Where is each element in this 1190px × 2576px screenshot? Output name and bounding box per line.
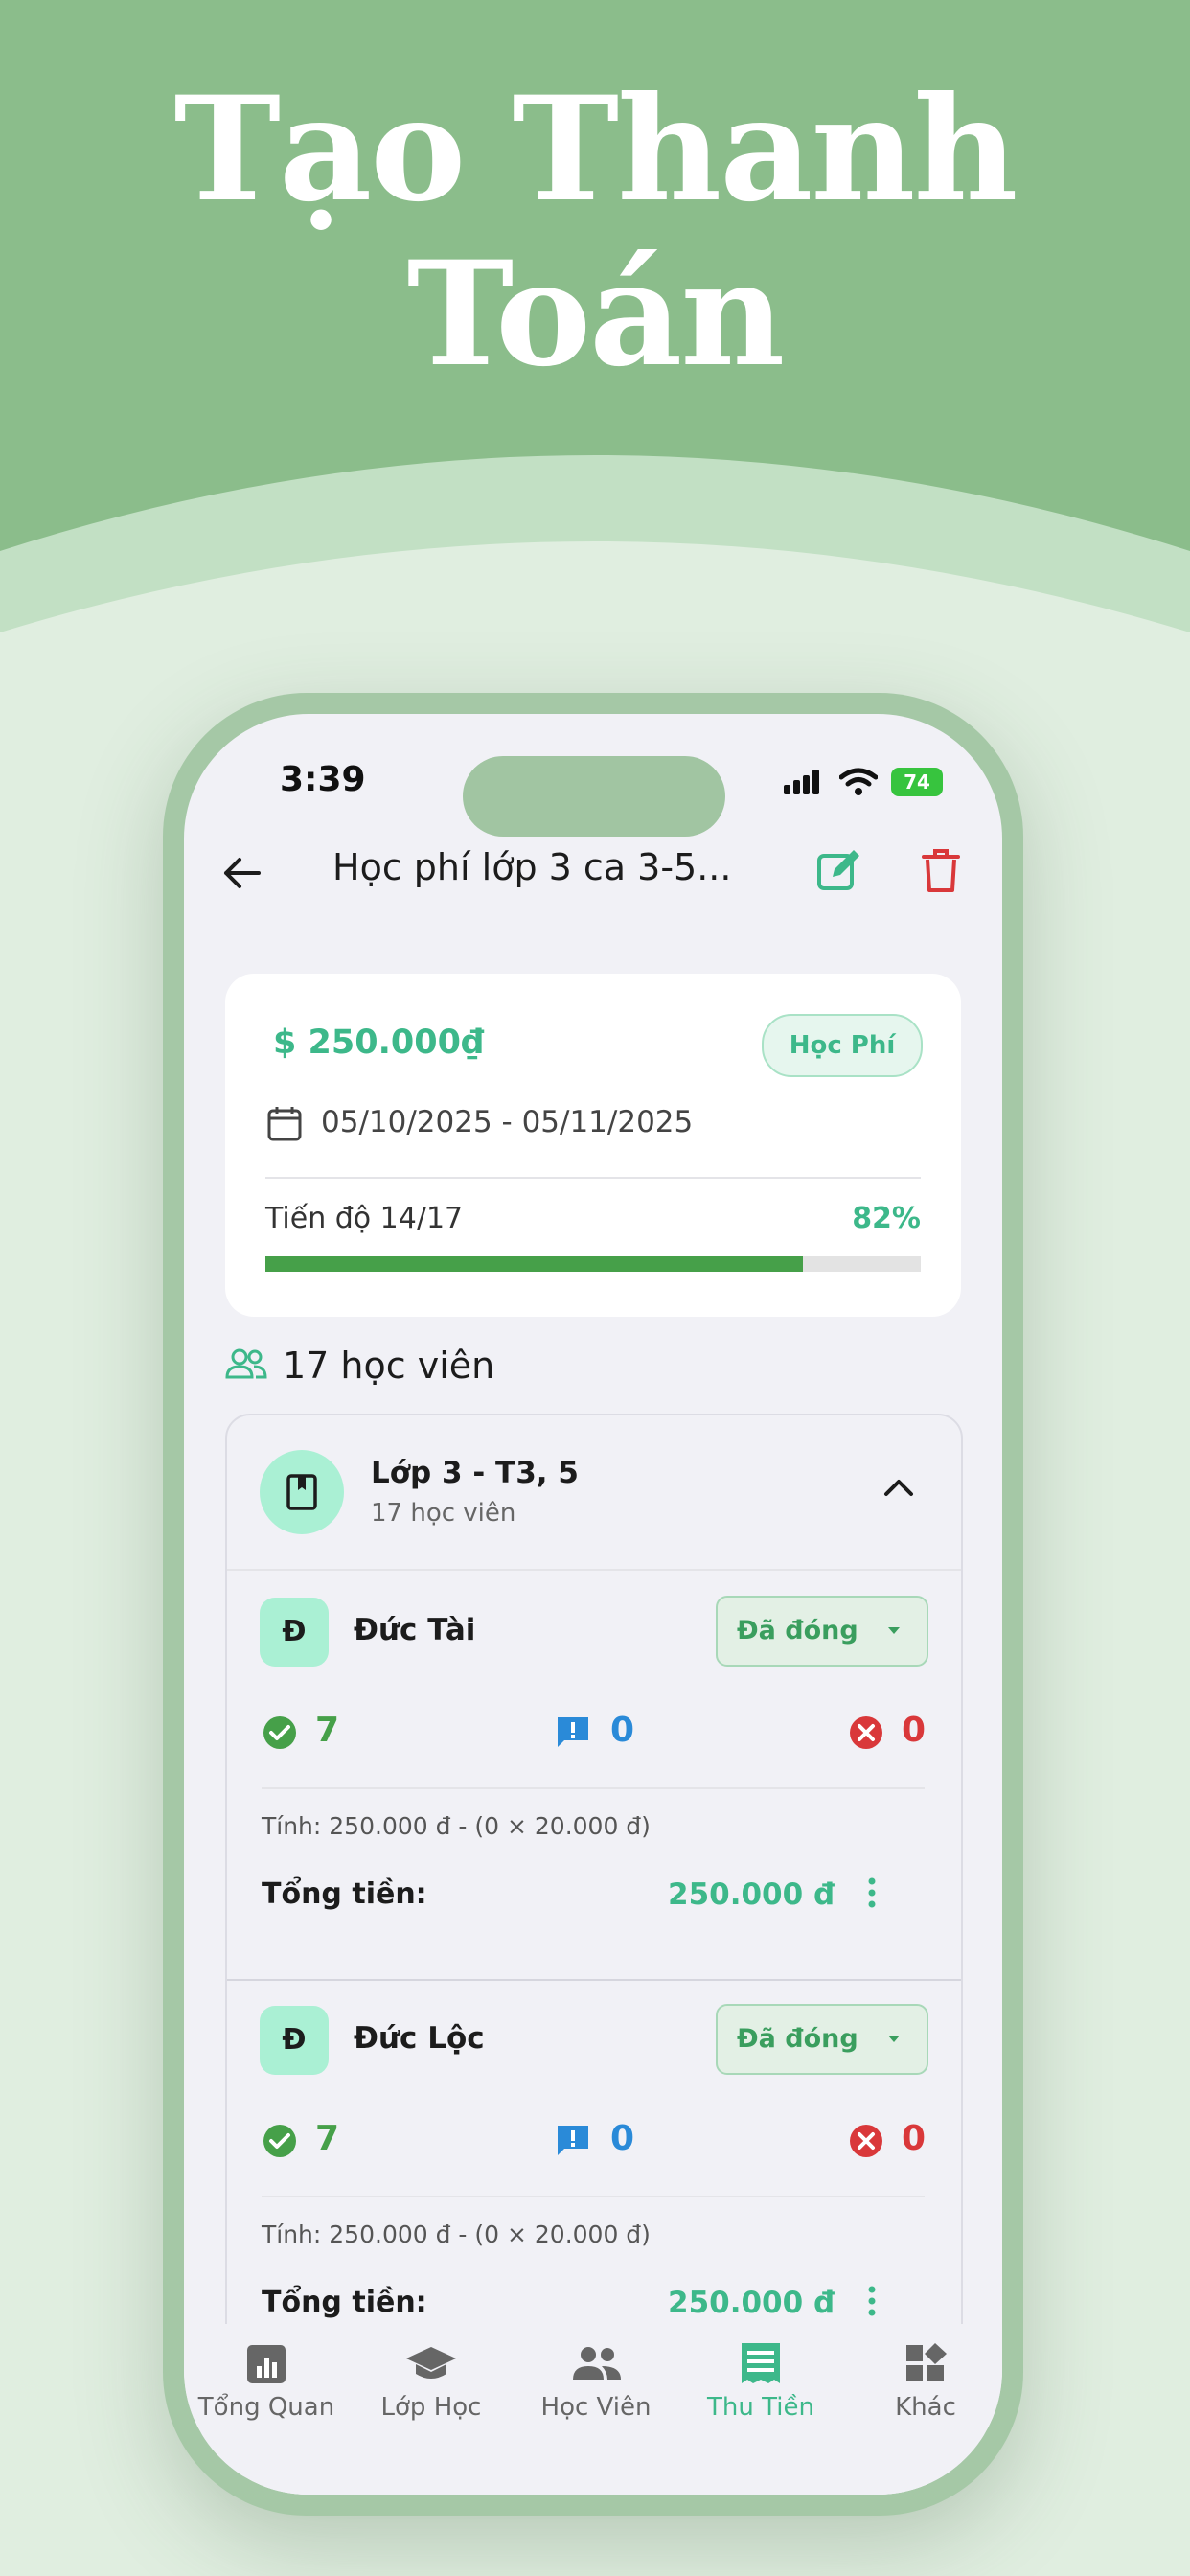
absent-count: 0	[902, 2119, 927, 2158]
payment-amount: $ 250.000₫	[273, 1024, 485, 1062]
present-count: 7	[315, 1711, 340, 1750]
row-divider	[262, 2196, 925, 2197]
dynamic-island	[463, 756, 725, 837]
payment-type-chip: Học Phí	[762, 1014, 923, 1077]
excused-count: 0	[610, 1711, 635, 1750]
wifi-icon	[839, 768, 878, 795]
graduation-cap-icon	[406, 2347, 456, 2379]
absent-count: 0	[902, 1711, 927, 1750]
payment-status-value: Đã đóng	[737, 2024, 858, 2054]
delete-icon[interactable]	[920, 846, 962, 894]
nav-item-khac[interactable]: Khác	[843, 2324, 1002, 2439]
battery-icon: 74	[891, 768, 943, 796]
people-icon	[573, 2347, 621, 2380]
banner-title: Tạo Thanh Toán	[0, 67, 1190, 397]
check-circle-icon	[263, 1716, 296, 1749]
calculation-text: Tính: 250.000 đ - (0 × 20.000 đ)	[262, 1812, 651, 1840]
banner-title-line1: Tạo Thanh	[173, 65, 1018, 234]
nav-item-lop-hoc[interactable]: Lớp Học	[349, 2324, 514, 2439]
card-divider	[265, 1177, 921, 1179]
status-time: 3:39	[280, 760, 366, 799]
progress-bar-fill	[265, 1256, 803, 1272]
class-name: Lớp 3 - T3, 5	[371, 1456, 579, 1490]
nav-label: Học Viên	[540, 2393, 652, 2422]
total-label: Tổng tiền:	[262, 2286, 427, 2319]
feedback-icon	[558, 2126, 588, 2155]
feedback-icon	[558, 1717, 588, 1747]
progress-bar	[265, 1256, 921, 1272]
payment-status-dropdown[interactable]: Đã đóng	[716, 1596, 928, 1667]
list-item: Đ Đức Tài Đã đóng 7 0 0 Tính: 250.000 đ …	[227, 1571, 961, 1979]
nav-label: Khác	[895, 2393, 956, 2422]
bottom-navigation: Tổng Quan Lớp Học Học Viên Thu Tiền Khác	[184, 2324, 1002, 2495]
total-amount: 250.000 đ	[668, 1877, 835, 1912]
nav-label: Thu Tiền	[707, 2393, 814, 2422]
payment-summary-card: $ 250.000₫ Học Phí 05/10/2025 - 05/11/20…	[225, 974, 961, 1317]
banner-title-line2: Toán	[406, 230, 786, 399]
class-student-count: 17 học viên	[371, 1499, 516, 1528]
excused-count: 0	[610, 2119, 635, 2158]
cancel-circle-icon	[850, 2125, 882, 2157]
total-amount: 250.000 đ	[668, 2286, 835, 2320]
payment-status-dropdown[interactable]: Đã đóng	[716, 2004, 928, 2075]
group-people-icon	[225, 1348, 267, 1379]
row-divider	[262, 1787, 925, 1789]
dropdown-caret-icon	[888, 2036, 900, 2042]
present-count: 7	[315, 2119, 340, 2158]
more-options-icon[interactable]	[865, 1874, 879, 1912]
chevron-up-icon[interactable]	[882, 1477, 915, 1498]
cancel-circle-icon	[850, 1716, 882, 1749]
chart-icon	[247, 2345, 286, 2383]
nav-label: Tổng Quan	[197, 2393, 335, 2422]
widgets-icon	[906, 2343, 947, 2381]
student-name: Đức Lộc	[354, 2021, 485, 2056]
receipt-icon	[742, 2343, 780, 2383]
more-options-icon[interactable]	[865, 2282, 879, 2320]
student-avatar: Đ	[260, 2006, 329, 2075]
nav-label: Lớp Học	[380, 2393, 482, 2422]
total-label: Tổng tiền:	[262, 1877, 427, 1911]
date-range: 05/10/2025 - 05/11/2025	[321, 1105, 694, 1139]
calculation-text: Tính: 250.000 đ - (0 × 20.000 đ)	[262, 2220, 651, 2248]
phone-screen: 3:39 74 Học phí lớp 3 ca 3-5... $ 250.00…	[184, 714, 1002, 2495]
page-title: Học phí lớp 3 ca 3-5...	[332, 846, 732, 888]
students-count: 17 học viên	[283, 1345, 495, 1387]
edit-icon[interactable]	[815, 846, 863, 894]
phone-frame: 3:39 74 Học phí lớp 3 ca 3-5... $ 250.00…	[163, 693, 1023, 2516]
check-circle-icon	[263, 2125, 296, 2157]
dropdown-caret-icon	[888, 1627, 900, 1634]
student-name: Đức Tài	[354, 1613, 476, 1647]
class-avatar	[260, 1450, 344, 1534]
progress-label: Tiến độ 14/17	[265, 1202, 464, 1235]
signal-icon	[784, 770, 819, 794]
nav-item-tong-quan[interactable]: Tổng Quan	[184, 2324, 349, 2439]
calendar-icon	[267, 1107, 302, 1141]
nav-item-thu-tien[interactable]: Thu Tiền	[678, 2324, 843, 2439]
progress-percent: 82%	[852, 1202, 921, 1235]
nav-item-hoc-vien[interactable]: Học Viên	[514, 2324, 678, 2439]
student-avatar: Đ	[260, 1598, 329, 1667]
payment-status-value: Đã đóng	[737, 1616, 858, 1645]
book-icon	[286, 1474, 317, 1510]
back-arrow-icon[interactable]	[220, 852, 263, 894]
